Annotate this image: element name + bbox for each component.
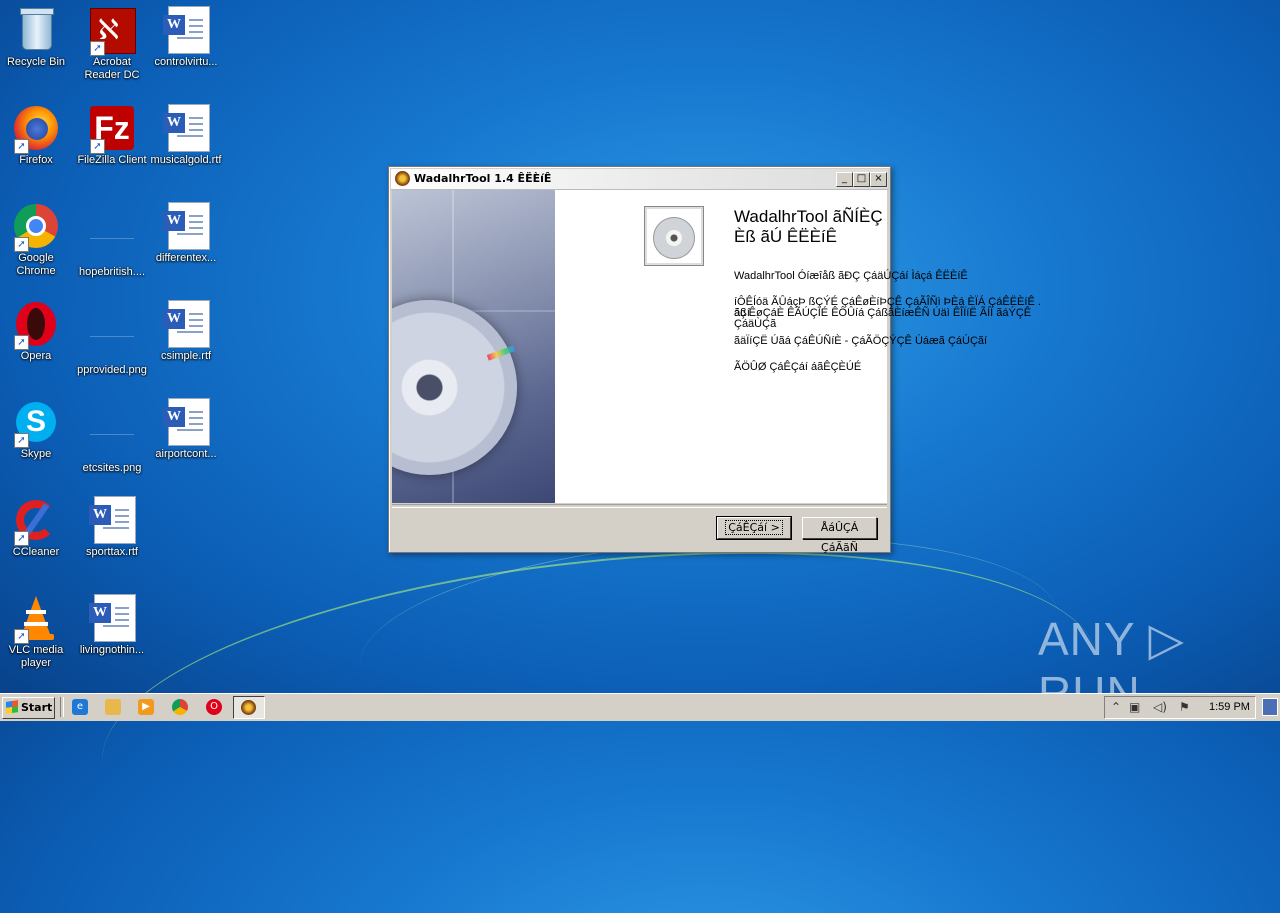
show-hidden-icon[interactable]: ⌃	[1111, 700, 1121, 714]
desktop-icon-csimple[interactable]: W csimple.rtf	[148, 294, 224, 363]
chrome-icon[interactable]	[172, 699, 188, 715]
desktop-icon-pprovided[interactable]: pprovided.png	[74, 294, 150, 377]
word-doc-icon: W	[162, 300, 210, 348]
minimize-button[interactable]: _	[836, 172, 853, 187]
next-button[interactable]: ÇáÊÇáí >	[716, 516, 792, 540]
taskbar: Start e ▶ O ⌃ ▣ ◁) ⚑ 1:59 PM	[0, 693, 1280, 721]
window-title: WadalhrTool 1.4 ÊËÈíÊ	[414, 172, 552, 185]
cancel-button[interactable]: ÅáÛÇÁ ÇáÃãÑ	[802, 517, 877, 554]
start-label: Start	[21, 701, 53, 714]
desktop-icon-chrome[interactable]: ➚ Google Chrome	[0, 196, 74, 278]
wadalhrtool-icon	[395, 171, 410, 186]
firefox-icon: ➚	[12, 104, 60, 154]
word-doc-icon: W	[88, 496, 136, 544]
intro-text: WadalhrTool Óíæîåß ãÐÇ ÇáäÚÇáí Ìáçá ÊËÈí…	[734, 270, 968, 282]
next-button-label: ÇáÊÇáí >	[725, 520, 783, 535]
chrome-icon: ➚	[12, 202, 60, 252]
taskbar-separator	[60, 697, 64, 717]
windows-flag-icon	[6, 700, 18, 714]
word-doc-icon: W	[162, 104, 210, 152]
close-button[interactable]: ×	[870, 172, 887, 187]
recycle-bin-icon	[12, 6, 60, 54]
desktop-icon-skype[interactable]: S ➚ Skype	[0, 392, 74, 461]
desktop-icon-controlvirtu[interactable]: W controlvirtu...	[148, 0, 224, 69]
maximize-button[interactable]: □	[853, 172, 870, 187]
installer-sidebar-banner	[392, 190, 555, 503]
image-file-icon	[88, 314, 136, 362]
info-text-line3: ÇáäÙÇã	[734, 318, 777, 330]
desktop-icon-etcsites[interactable]: etcsites.png	[74, 392, 150, 475]
start-button[interactable]: Start	[2, 697, 55, 719]
filezilla-icon: Fz ➚	[88, 104, 136, 154]
word-doc-icon: W	[162, 398, 210, 446]
desktop-icon-opera[interactable]: ➚ Opera	[0, 294, 74, 363]
desktop-icon-livingnothing[interactable]: W livingnothin...	[74, 588, 150, 657]
volume-icon[interactable]: ◁)	[1153, 700, 1167, 714]
vlc-icon: ➚	[12, 594, 60, 644]
window-titlebar[interactable]: WadalhrTool 1.4 ÊËÈíÊ _ □ ×	[391, 169, 888, 190]
desktop-icon-filezilla[interactable]: Fz ➚ FileZilla Client	[74, 98, 150, 167]
word-doc-icon: W	[162, 6, 210, 54]
desktop-icon-firefox[interactable]: ➚ Firefox	[0, 98, 74, 167]
show-desktop-button[interactable]	[1262, 698, 1278, 716]
instruction-text: ÃÖÛØ ÇáÊÇáí áãÊÇÈÚÉ	[734, 361, 862, 373]
wadalhrtool-icon	[241, 700, 256, 715]
info-text-line2: áç ÊøÇáÈ ÊÃÚÇÏÉ ÊÔÛíá ÇáßãÈíæÊÑ Úäì ÊÎÏí…	[734, 307, 1032, 319]
divider	[392, 504, 887, 508]
desktop-icon-hopebritish[interactable]: hopebritish....	[74, 196, 150, 279]
word-doc-icon: W	[162, 202, 210, 250]
skype-icon: S ➚	[12, 398, 60, 448]
ie-icon[interactable]: e	[72, 699, 88, 715]
installer-content: WadalhrTool ãÑÍÈÇ Èß ãÚ ÊËÈíÊ WadalhrToo…	[555, 190, 1041, 503]
desktop-icon-recycle-bin[interactable]: Recycle Bin	[0, 0, 74, 69]
page-title: WadalhrTool ãÑÍÈÇ Èß ãÚ ÊËÈíÊ	[734, 207, 883, 246]
desktop-icon-differentex[interactable]: W differentex...	[148, 196, 224, 265]
desktop-icon-sporttax[interactable]: W sporttax.rtf	[74, 490, 150, 559]
installer-window[interactable]: WadalhrTool 1.4 ÊËÈíÊ _ □ × WadalhrTool …	[388, 166, 1041, 554]
desktop-icon-airportcont[interactable]: W airportcont...	[148, 392, 224, 461]
word-doc-icon: W	[88, 594, 136, 642]
opera-icon: ➚	[12, 300, 60, 350]
image-file-icon	[88, 412, 136, 460]
flag-icon[interactable]: ⚑	[1179, 700, 1190, 714]
image-file-icon	[88, 216, 136, 264]
desktop-icon-vlc[interactable]: ➚ VLC media player	[0, 588, 74, 670]
desktop-icon-ccleaner[interactable]: ➚ CCleaner	[0, 490, 74, 559]
info-text-line4: ãäÏíÇË Úãá ÇáÊÚÑíÈ - ÇáÃÖÇÝÇÊ Úáæã ÇáÚÇã…	[734, 335, 988, 347]
ccleaner-icon: ➚	[12, 496, 60, 546]
cd-disc-icon	[392, 300, 517, 475]
media-player-icon[interactable]: ▶	[138, 699, 154, 715]
desktop-icon-musicalgold[interactable]: W musicalgold.rtf	[148, 98, 224, 167]
opera-icon[interactable]: O	[206, 699, 222, 715]
clock[interactable]: 1:59 PM	[1209, 701, 1250, 713]
desktop-icon-acrobat[interactable]: ℵ ➚ Acrobat Reader DC	[74, 0, 150, 82]
acrobat-icon: ℵ ➚	[88, 6, 136, 56]
explorer-icon[interactable]	[105, 699, 121, 715]
cd-icon	[644, 206, 704, 266]
network-icon[interactable]: ▣	[1129, 700, 1140, 714]
taskbar-item-wadalhrtool[interactable]	[233, 696, 265, 719]
